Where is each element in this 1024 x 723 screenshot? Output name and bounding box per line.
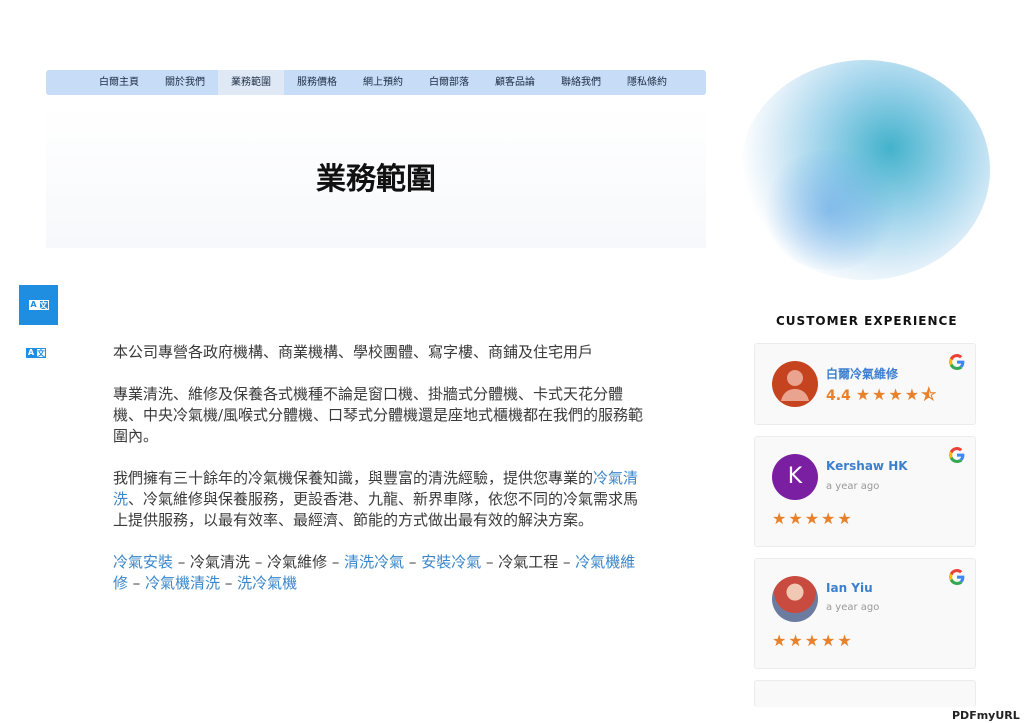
keyword-separator: – 冷氣清洗 – 冷氣維修 – <box>173 553 345 571</box>
keyword-link[interactable]: 冷氣安裝 <box>113 553 173 571</box>
hero-banner: 業務範圍 <box>46 104 706 248</box>
nav-item-6[interactable]: 白爾部落 <box>416 70 482 95</box>
keyword-link[interactable]: 安裝冷氣 <box>421 553 481 571</box>
page-title: 業務範圍 <box>316 162 436 197</box>
business-name[interactable]: 白爾冷氣維修 <box>826 365 898 382</box>
business-rating-card[interactable]: 白爾冷氣維修 4.4 ★★★★⯪ <box>754 343 976 425</box>
keyword-separator: – <box>404 553 422 571</box>
nav-item-9[interactable]: 隱私條約 <box>614 70 680 95</box>
review-card[interactable]: K Kershaw HK a year ago ★★★★★ <box>754 436 976 547</box>
nav-item-8[interactable]: 聯絡我們 <box>548 70 614 95</box>
pdfmyurl-logo: PDFmyURL <box>952 709 1020 722</box>
keyword-link[interactable]: 清洗冷氣 <box>344 553 404 571</box>
review-card[interactable]: Ian Yiu a year ago ★★★★★ <box>754 558 976 669</box>
google-icon <box>949 447 965 463</box>
keyword-link[interactable]: 冷氣機清洗 <box>145 574 220 592</box>
nav-item-1[interactable]: 白爾主頁 <box>86 70 152 95</box>
business-avatar <box>772 361 818 407</box>
nav-item-2[interactable]: 關於我們 <box>152 70 218 95</box>
keyword-separator: – <box>220 574 238 592</box>
review-card-partial[interactable] <box>754 680 976 707</box>
nav-item-3[interactable]: 業務範圍 <box>218 70 284 95</box>
translate-icon: A文 <box>28 300 49 310</box>
review-stars: ★★★★★ <box>772 631 854 650</box>
business-rating: 4.4 ★★★★⯪ <box>826 385 939 404</box>
experience-paragraph: 我們擁有三十餘年的冷氣機保養知識，與豐富的清洗經驗，提供您專業的冷氣清洗、冷氣維… <box>113 469 639 529</box>
tag-list: 冷氣安裝 – 冷氣清洗 – 冷氣維修 – 清洗冷氣 – 安裝冷氣 – 冷氣工程 … <box>113 552 648 594</box>
keyword-separator: – 冷氣工程 – <box>481 553 576 571</box>
google-icon <box>949 354 965 370</box>
user-icon <box>781 370 809 401</box>
main-content: 本公司專營各政府機構、商業機構、學校團體、寫字樓、商鋪及住宅用戶 專業清洗、維修… <box>113 342 648 615</box>
review-time: a year ago <box>826 602 880 613</box>
reviews-section-title: CUSTOMER EXPERIENCE <box>776 314 958 328</box>
keyword-separator: – <box>128 574 146 592</box>
nav-item-7[interactable]: 顧客品論 <box>482 70 548 95</box>
keyword-link[interactable]: 洗冷氣機 <box>237 574 297 592</box>
intro-paragraph: 本公司專營各政府機構、商業機構、學校團體、寫字樓、商鋪及住宅用戶 <box>113 343 594 361</box>
translate-toggle[interactable]: A文 <box>26 340 46 359</box>
reviewer-avatar: K <box>772 454 818 500</box>
translate-icon-small: A文 <box>26 348 46 358</box>
google-icon <box>949 569 965 585</box>
reviewer-name[interactable]: Kershaw HK <box>826 459 908 473</box>
services-paragraph: 專業清洗、維修及保養各式機種不論是窗口機、掛牆式分體機、卡式天花分體機、中央冷氣… <box>113 385 644 445</box>
decorative-blob-secondary <box>760 150 900 270</box>
reviewer-avatar-photo <box>772 576 818 622</box>
review-stars: ★★★★★ <box>772 509 854 528</box>
rating-stars: ★★★★⯪ <box>855 385 939 404</box>
reviewer-name[interactable]: Ian Yiu <box>826 581 873 595</box>
translate-button[interactable]: A文 <box>19 285 58 325</box>
review-time: a year ago <box>826 481 880 492</box>
nav-item-4[interactable]: 服務價格 <box>284 70 350 95</box>
nav-item-5[interactable]: 網上預約 <box>350 70 416 95</box>
main-nav: 白爾主頁 關於我們 業務範圍 服務價格 網上預約 白爾部落 顧客品論 聯絡我們 隱私條約 <box>46 70 706 95</box>
